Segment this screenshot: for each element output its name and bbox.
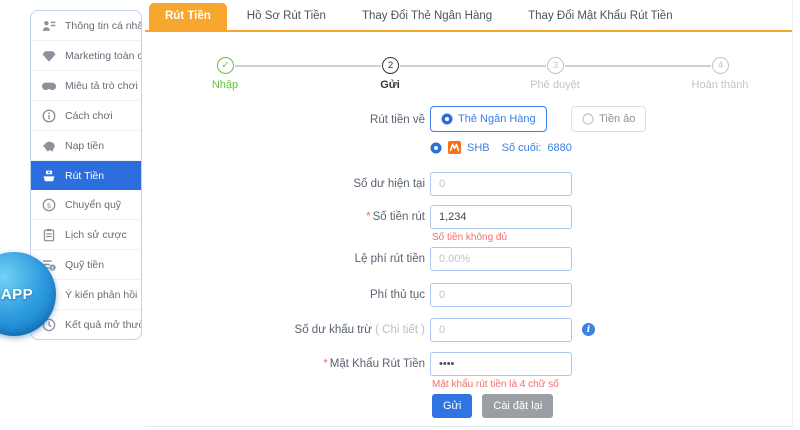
step-connector [235,65,381,67]
step-connector [565,65,711,67]
user-card-icon [42,19,56,33]
method-bank-card-button[interactable]: Thẻ Ngân Hàng [430,106,547,132]
sidebar-item-label: Miêu tả trò chơi [65,80,138,92]
step-label: Nhập [165,79,285,91]
step-label: Phê duyệt [495,79,615,91]
withdraw-password-input[interactable] [430,352,572,376]
fee-label: Lệ phí rút tiền [145,247,425,271]
procedure-fee-label: Phí thủ tục [145,283,425,307]
withdraw-page: Thông tin cá nhân Marketing toàn cầu Miê… [0,0,800,430]
shb-bank-logo [448,141,461,154]
bank-name: SHB [467,142,490,154]
sidebar-item-withdraw[interactable]: Rút Tiền [31,161,141,190]
amount-error: Số tiền không đủ [432,232,507,243]
sidebar-item-personal-info[interactable]: Thông tin cá nhân [31,11,141,41]
step-label: Hoàn thành [660,79,780,91]
sidebar-item-label: Quỹ tiền [65,259,104,271]
piggy-bank-icon [42,139,56,153]
sidebar-item-fund-transfer[interactable]: $ Chuyển quỹ [31,190,141,220]
step-connector [400,65,546,67]
sidebar-item-bet-history[interactable]: Lịch sử cược [31,220,141,250]
gamepad-icon [42,79,56,93]
sidebar-item-label: Chuyển quỹ [65,199,121,211]
radio-selected-icon [441,113,453,125]
info-icon [42,109,56,123]
tabbar: Rút Tiền Hồ Sơ Rút Tiền Thay Đổi Thẻ Ngâ… [145,0,792,32]
password-label: *Mật Khẩu Rút Tiền [145,352,425,376]
clipboard-icon [42,228,56,242]
sidebar-item-label: Lịch sử cược [65,229,127,241]
step-number: 2 [382,57,399,74]
sidebar-item-how-to-play[interactable]: Cách chơi [31,101,141,131]
deduction-label: Số dư khấu trừ ( Chi tiết ) [145,318,425,342]
step-label: Gửi [330,79,450,91]
amount-input[interactable] [430,205,572,229]
svg-text:$: $ [51,265,54,271]
tab-withdraw[interactable]: Rút Tiền [149,3,227,30]
amount-label: *Số tiền rút [145,205,425,229]
radio-unselected-icon [582,113,594,125]
step-number: 4 [712,57,729,74]
bank-last-label: Số cuối: [502,142,542,154]
procedure-fee-input[interactable] [430,283,572,307]
app-ball-label: APP [1,286,33,303]
withdraw-panel: Rút Tiền Hồ Sơ Rút Tiền Thay Đổi Thẻ Ngâ… [145,0,793,427]
sidebar-item-label: Thông tin cá nhân [65,20,142,32]
gem-icon [42,49,56,63]
svg-text:$: $ [47,200,52,209]
deduction-info-icon[interactable]: i [582,323,595,336]
step-check-icon: ✓ [217,57,234,74]
withdraw-to-label: Rút tiền về [145,106,425,134]
sidebar-item-label: Nạp tiền [65,140,104,152]
tab-change-withdraw-password[interactable]: Thay Đổi Mật Khẩu Rút Tiền [512,3,688,30]
balance-input[interactable] [430,172,572,196]
radio-selected-icon [430,142,442,154]
sidebar-item-label: Ý kiến phản hồi [65,289,137,301]
tab-withdraw-records[interactable]: Hồ Sơ Rút Tiền [231,3,342,30]
fee-input[interactable] [430,247,572,271]
balance-label: Số dư hiện tại [145,172,425,196]
sidebar-item-game-description[interactable]: Miêu tả trò chơi [31,71,141,101]
tab-change-bank-card[interactable]: Thay Đổi Thẻ Ngân Hàng [346,3,508,30]
bank-last-digits: 6880 [547,142,571,154]
submit-button[interactable]: Gửi [432,394,472,418]
reset-button[interactable]: Cài đặt lại [482,394,553,418]
deduction-detail-link[interactable]: ( Chi tiết ) [375,324,425,336]
step-number: 3 [547,57,564,74]
dollar-circle-icon: $ [42,198,56,212]
withdraw-money-icon [42,169,56,183]
password-hint: Mật khẩu rút tiền là 4 chữ số [432,379,559,390]
sidebar-item-label: Rút Tiền [65,170,104,182]
sidebar-item-label: Kết quả mở thưởng [65,319,142,331]
method-crypto-button[interactable]: Tiền ảo [571,106,646,132]
sidebar-item-global-marketing[interactable]: Marketing toàn cầu [31,41,141,71]
deduction-input[interactable] [430,318,572,342]
bank-card-option[interactable]: SHB Số cuối: 6880 [430,141,572,154]
sidebar-item-deposit[interactable]: Nạp tiền [31,131,141,161]
sidebar-item-label: Cách chơi [65,110,113,122]
sidebar-item-label: Marketing toàn cầu [65,50,142,62]
